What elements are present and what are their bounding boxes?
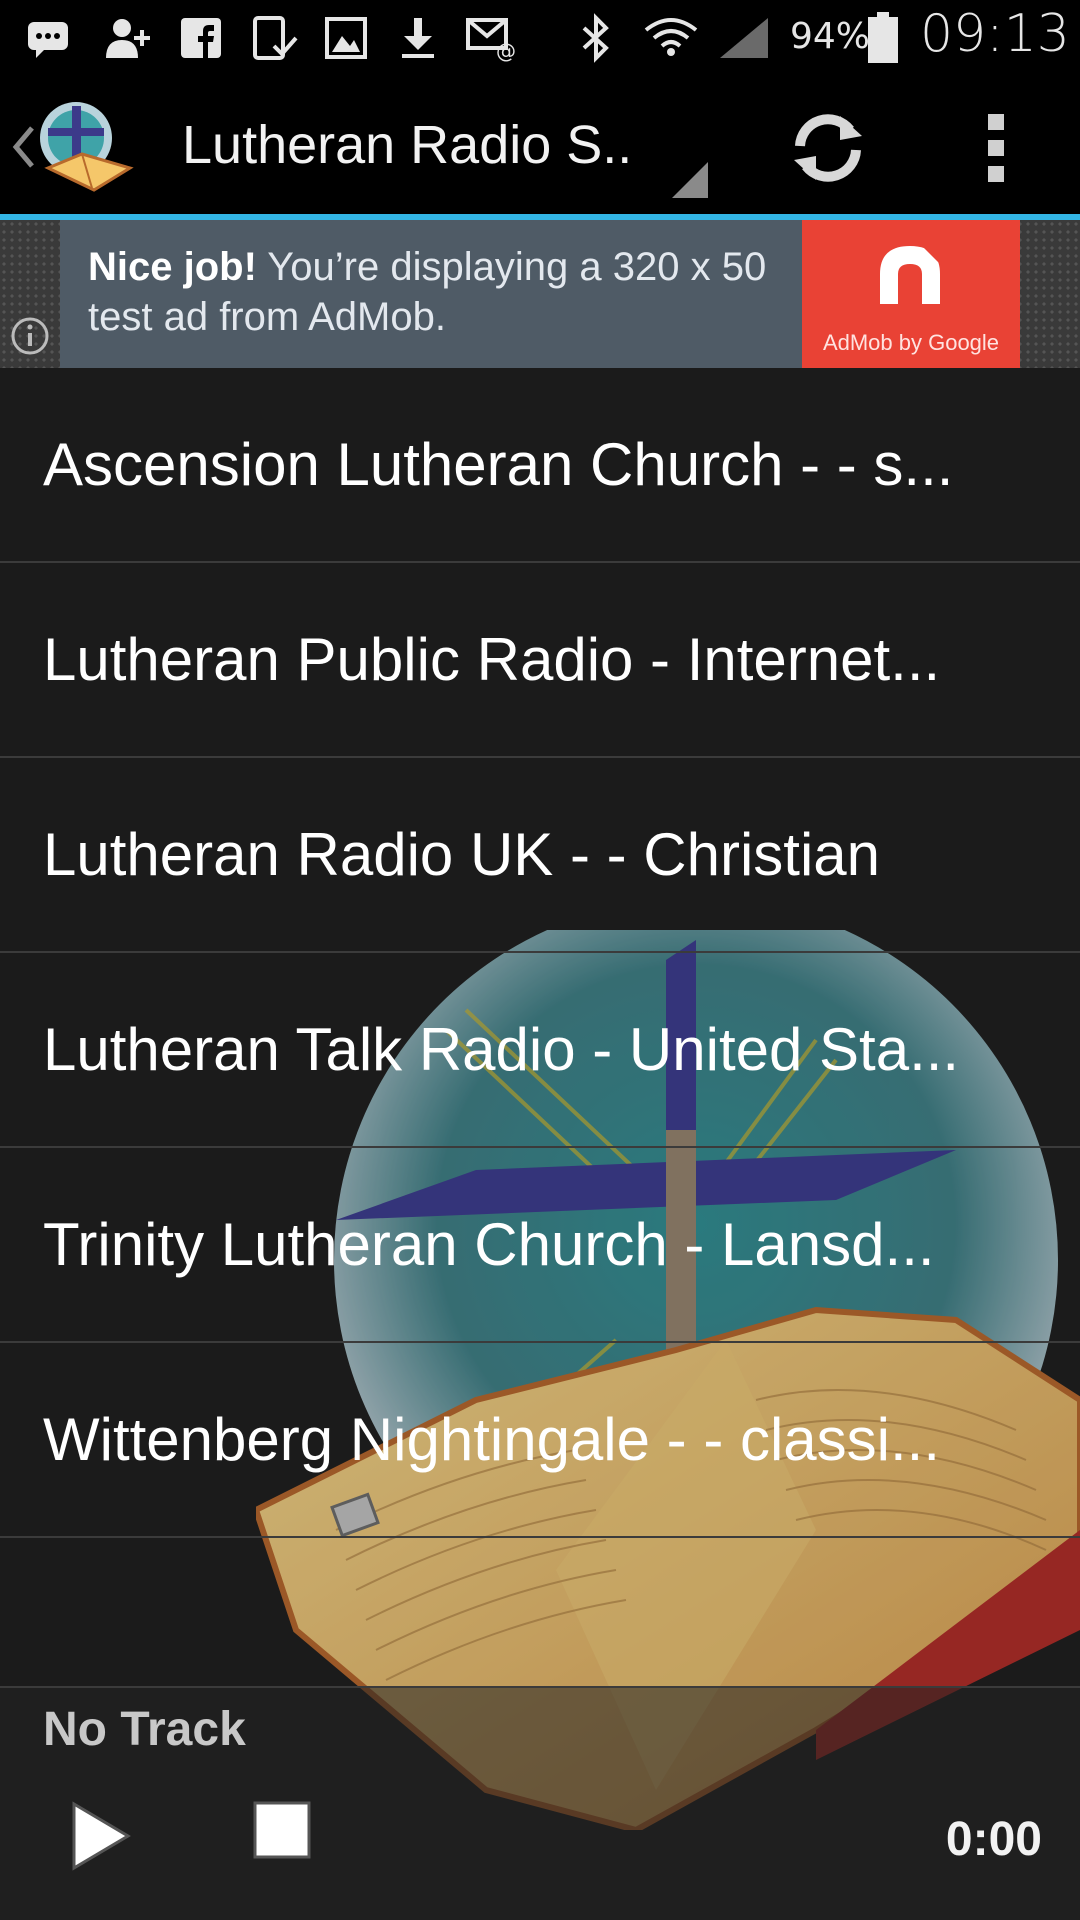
- facebook-icon: [181, 18, 221, 58]
- list-item-label: Trinity Lutheran Church - Lansd...: [43, 1211, 935, 1278]
- play-icon[interactable]: [68, 1798, 134, 1874]
- clock: 09:13: [920, 4, 1070, 64]
- messaging-icon: [28, 22, 68, 58]
- player-controls: No Track 0:00: [0, 1686, 1080, 1920]
- email-sync-icon: @: [466, 18, 516, 63]
- app-logo-icon[interactable]: [30, 98, 134, 194]
- bluetooth-icon: [582, 13, 609, 63]
- station-list: Ascension Lutheran Church - - s... Luthe…: [0, 368, 1080, 1538]
- wifi-icon: [644, 18, 698, 56]
- ad-bold-text: Nice job!: [88, 245, 257, 289]
- refresh-icon[interactable]: [786, 106, 870, 190]
- info-icon[interactable]: [10, 316, 50, 356]
- admob-logo-text: AdMob by Google: [822, 330, 1000, 355]
- svg-text:@: @: [496, 39, 516, 63]
- list-item[interactable]: Lutheran Talk Radio - United Sta...: [0, 953, 1080, 1148]
- list-item[interactable]: Trinity Lutheran Church - Lansd...: [0, 1148, 1080, 1343]
- spinner-dropdown-icon[interactable]: [672, 162, 708, 198]
- elapsed-time: 0:00: [945, 1813, 1042, 1866]
- list-item-label: Wittenberg Nightingale - - classi...: [43, 1406, 941, 1473]
- page-title[interactable]: Lutheran Radio S..: [182, 114, 632, 176]
- battery-percent: 94%: [790, 16, 871, 57]
- list-item-label: Lutheran Talk Radio - United Sta...: [43, 1016, 960, 1083]
- list-item-label: Lutheran Public Radio - Internet...: [43, 626, 941, 693]
- app-screen: @ 94% 09:13 Lutheran Radio S.. Nice job!…: [0, 0, 1080, 1920]
- ad-text: Nice job! You’re displaying a 320 x 50 t…: [88, 242, 828, 342]
- track-name: No Track: [43, 1703, 246, 1756]
- list-item[interactable]: Ascension Lutheran Church - - s...: [0, 368, 1080, 563]
- ad-banner[interactable]: Nice job! You’re displaying a 320 x 50 t…: [60, 220, 1020, 368]
- overflow-menu-icon[interactable]: [970, 104, 1022, 192]
- image-icon: [325, 17, 367, 59]
- action-bar: Lutheran Radio S..: [0, 76, 1080, 214]
- add-contact-icon: [106, 19, 150, 58]
- cell-signal-icon: [720, 18, 768, 58]
- status-bar: @ 94% 09:13: [0, 0, 1080, 76]
- list-item-label: Lutheran Radio UK - - Christian: [43, 821, 881, 888]
- admob-mark-icon: [880, 246, 940, 304]
- list-item-label: Ascension Lutheran Church - - s...: [43, 431, 954, 498]
- admob-logo[interactable]: AdMob by Google: [802, 220, 1020, 368]
- tablet-check-icon: [253, 16, 298, 60]
- list-item[interactable]: Lutheran Radio UK - - Christian: [0, 758, 1080, 953]
- stop-icon[interactable]: [252, 1800, 312, 1860]
- ad-area: Nice job! You’re displaying a 320 x 50 t…: [0, 220, 1080, 368]
- battery-icon: [868, 12, 898, 63]
- list-item[interactable]: Wittenberg Nightingale - - classi...: [0, 1343, 1080, 1538]
- list-item[interactable]: Lutheran Public Radio - Internet...: [0, 563, 1080, 758]
- download-icon: [402, 18, 434, 58]
